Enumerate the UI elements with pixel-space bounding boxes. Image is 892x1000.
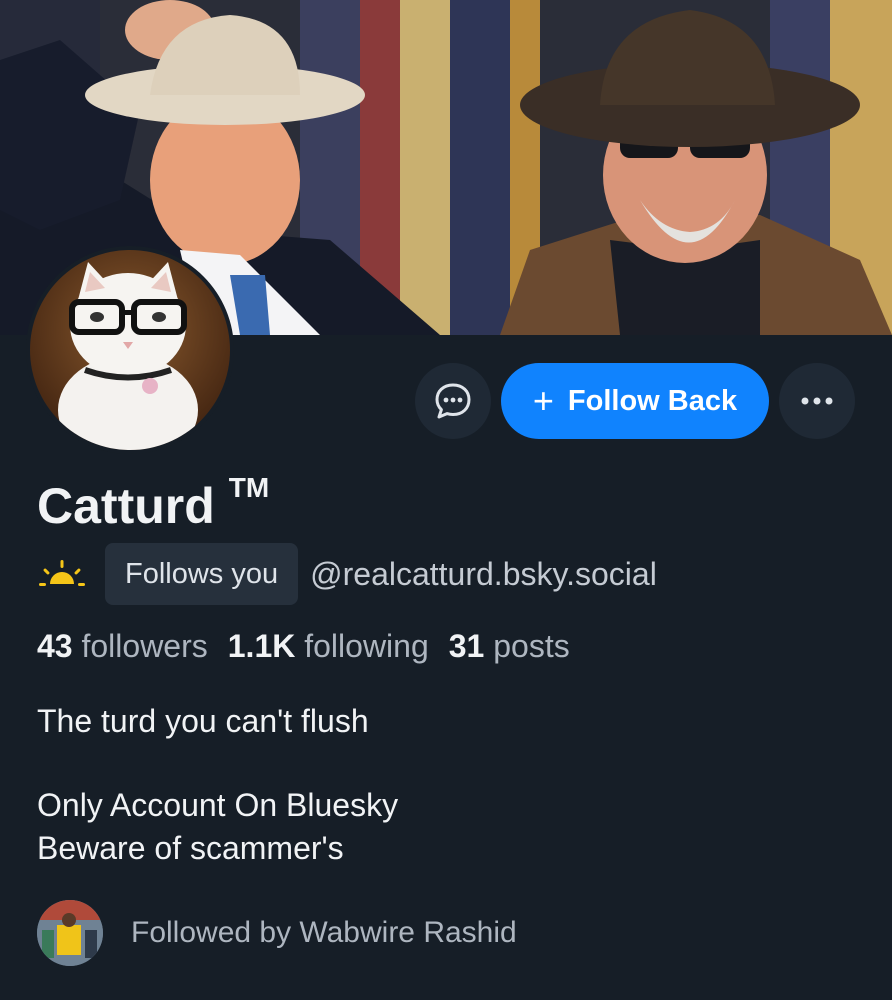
avatar-image: [30, 250, 230, 450]
followed-by-text: Followed by Wabwire Rashid: [131, 916, 517, 949]
trademark-mark: TM: [228, 472, 270, 503]
followers-label: followers: [81, 628, 208, 664]
follower-avatar-image: [37, 900, 103, 966]
followers-stat[interactable]: 43 followers: [37, 628, 208, 664]
followed-by-row[interactable]: Followed by Wabwire Rashid: [37, 900, 517, 966]
message-button[interactable]: [415, 363, 491, 439]
follows-you-badge: Follows you: [105, 543, 299, 605]
followers-count: 43: [37, 628, 73, 664]
ellipsis-icon: [801, 397, 833, 405]
follow-back-button[interactable]: + Follow Back: [501, 363, 769, 439]
following-label: following: [304, 628, 429, 664]
bio-line: The turd you can't flush: [37, 703, 369, 739]
bio-line: Beware of scammer's: [37, 830, 344, 866]
follow-back-label: Follow Back: [567, 384, 738, 417]
follower-avatar: [37, 900, 103, 966]
display-name-text: Catturd: [37, 478, 215, 534]
profile-bio: The turd you can't flush Only Account On…: [37, 700, 398, 870]
cat-with-glasses-image: [58, 262, 198, 450]
following-stat[interactable]: 1.1K following: [228, 628, 429, 664]
profile-handle[interactable]: @realcatturd.bsky.social: [310, 556, 657, 593]
posts-count: 31: [448, 628, 485, 664]
profile-meta-row: Follows you @realcatturd.bsky.social: [37, 543, 657, 605]
profile-display-name: Catturd TM: [37, 472, 269, 535]
chat-bubble-icon: [435, 383, 471, 419]
following-count: 1.1K: [227, 628, 296, 664]
posts-label: posts: [493, 628, 570, 664]
profile-avatar[interactable]: [26, 246, 234, 454]
profile-stats: 43 followers 1.1K following 31 posts: [37, 628, 570, 665]
posts-stat: 31 posts: [449, 628, 570, 664]
bio-line: Only Account On Bluesky: [37, 787, 399, 823]
sunrise-icon: [39, 560, 85, 586]
plus-icon: +: [532, 380, 554, 421]
more-options-button[interactable]: [779, 363, 855, 439]
